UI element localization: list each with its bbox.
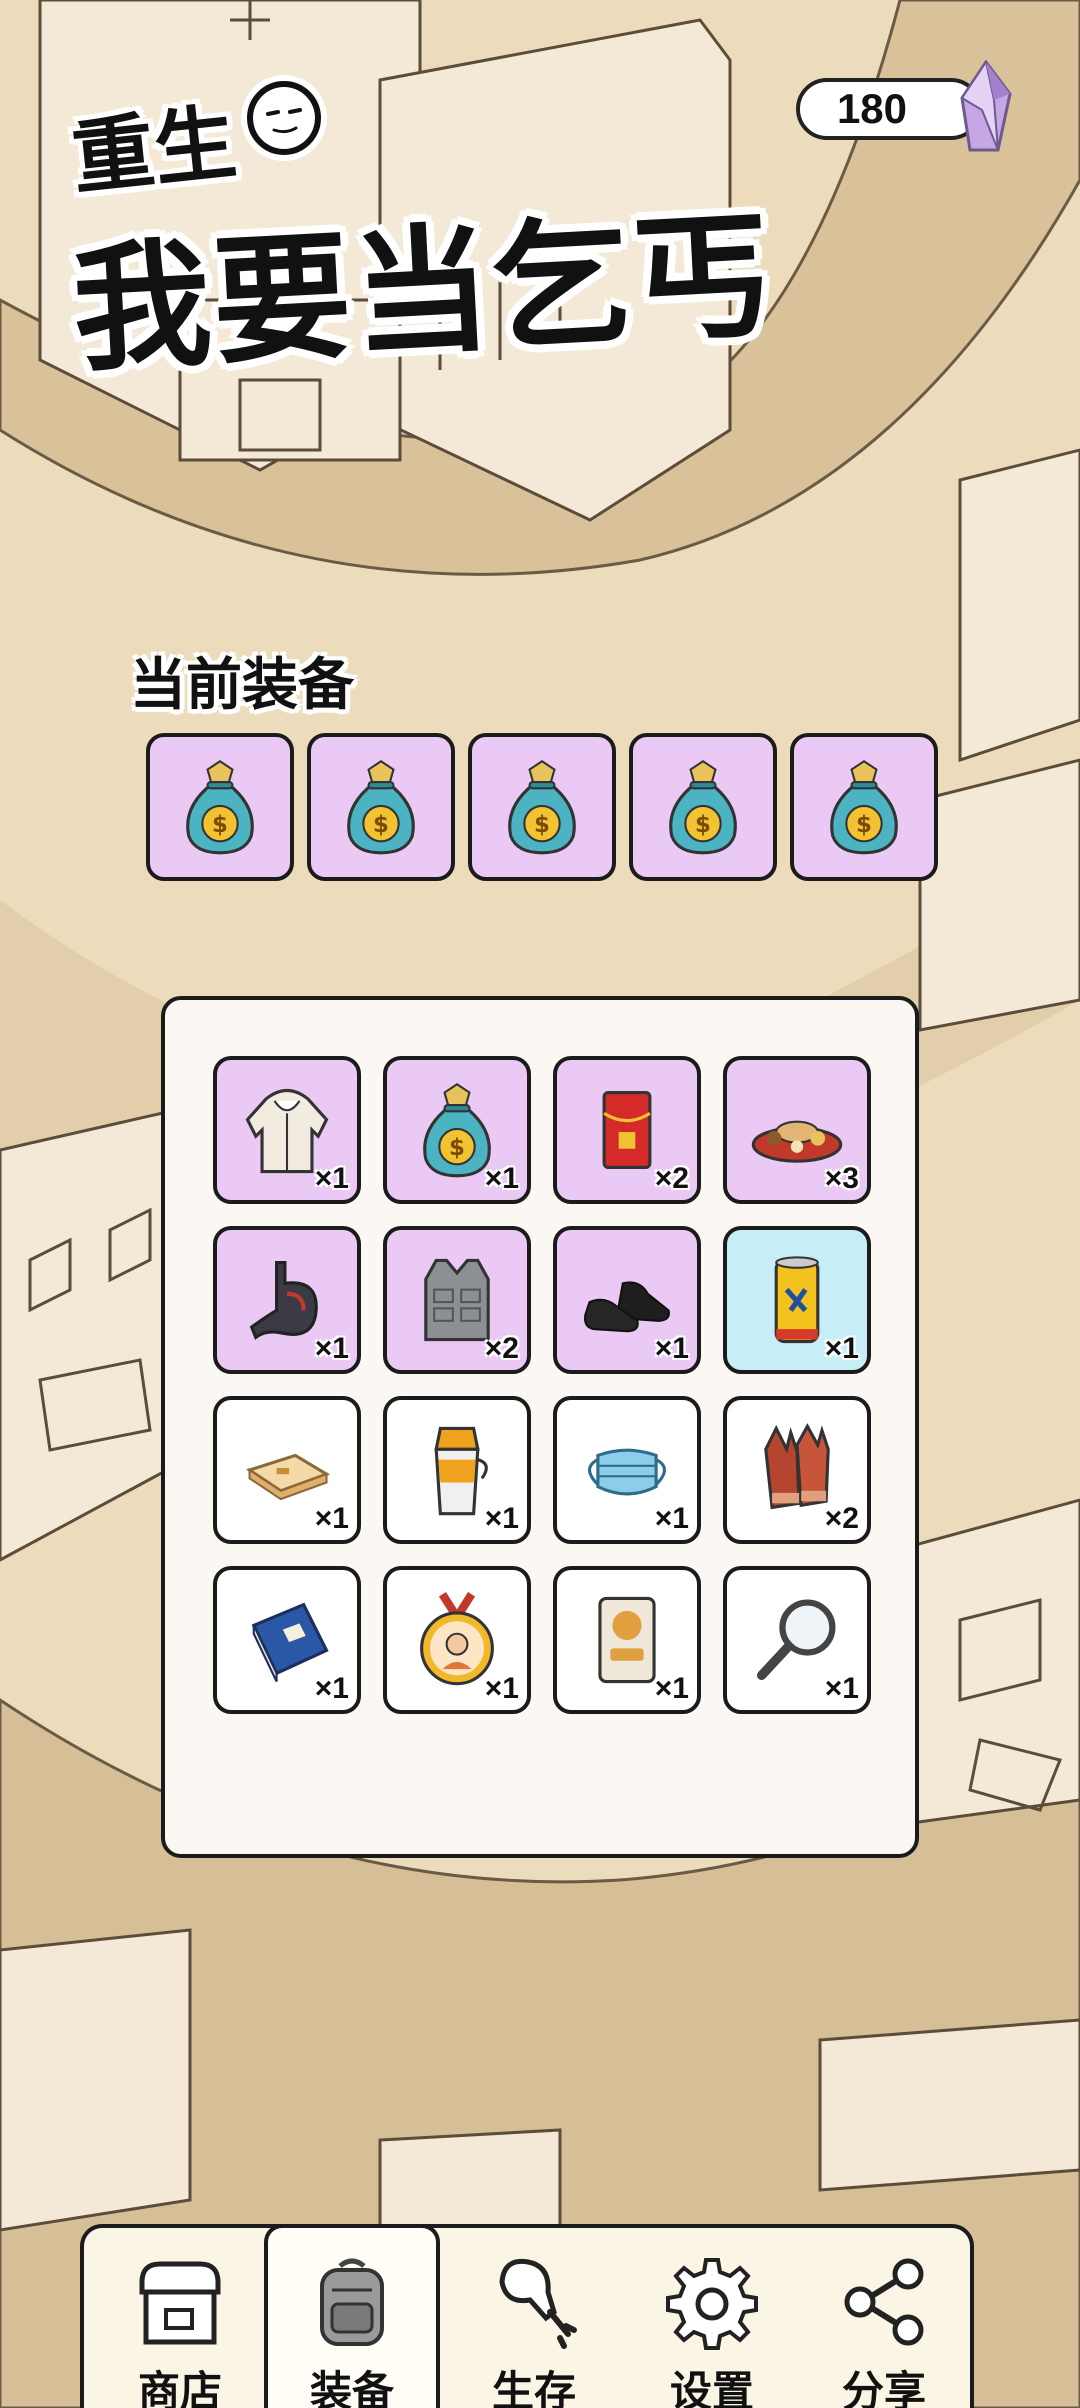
item-count: ×1 (654, 1672, 689, 1705)
bottom-nav: 商店 装备 生存 设置 分享 (80, 2224, 974, 2408)
inventory-slot[interactable]: ×1 (213, 1226, 361, 1374)
inventory-slot[interactable]: ×2 (723, 1396, 871, 1544)
inventory-slot[interactable]: ×2 (383, 1226, 531, 1374)
item-count: ×1 (484, 1672, 519, 1705)
item-count: ×1 (484, 1502, 519, 1535)
equipped-slots (146, 733, 938, 881)
inventory-slot[interactable]: ×2 (553, 1056, 701, 1204)
inventory-slot[interactable]: ×1 (383, 1566, 531, 1714)
drumstick-icon (499, 2258, 577, 2349)
equipped-label: 当前装备 (130, 653, 354, 718)
nav-label: 分享 (841, 2367, 926, 2408)
nav-equipment[interactable]: 装备 (264, 2224, 440, 2408)
item-count: ×1 (314, 1672, 349, 1705)
item-count: ×1 (824, 1332, 859, 1365)
inventory-grid: ×1 ×1 ×2 ×3 ×1 ×2 ×1 ×1 ×1 ×1 ×1 ×2 ×1 ×… (213, 1056, 871, 1714)
backpack-icon (320, 2258, 384, 2346)
inventory-slot[interactable]: ×1 (213, 1056, 361, 1204)
inventory-slot[interactable]: ×1 (213, 1396, 361, 1544)
inventory-slot[interactable]: ×1 (723, 1226, 871, 1374)
item-count: ×1 (314, 1502, 349, 1535)
item-count: ×2 (824, 1502, 859, 1535)
inventory-slot[interactable]: ×1 (213, 1566, 361, 1714)
share-icon (844, 2258, 924, 2346)
inventory-slot[interactable]: ×3 (723, 1056, 871, 1204)
item-count: ×2 (484, 1332, 519, 1365)
equipped-slot-2[interactable] (307, 733, 455, 881)
nav-label: 生存 (491, 2367, 576, 2408)
equipped-slot-1[interactable] (146, 733, 294, 881)
equipped-slot-5[interactable] (790, 733, 938, 881)
inventory-slot[interactable]: ×1 (383, 1396, 531, 1544)
equipped-slot-4[interactable] (629, 733, 777, 881)
money-bag-icon (651, 755, 755, 859)
game-title: 我要当乞丐 (68, 193, 777, 392)
gem-counter[interactable]: 180 (796, 78, 982, 140)
money-bag-icon (490, 755, 594, 859)
inventory-slot[interactable]: ×1 (553, 1566, 701, 1714)
item-count: ×3 (824, 1162, 859, 1195)
item-count: ×2 (654, 1162, 689, 1195)
item-count: ×1 (484, 1162, 519, 1195)
gem-count: 180 (836, 85, 908, 132)
nav-settings[interactable]: 设置 (624, 2228, 800, 2408)
shop-icon (139, 2261, 221, 2345)
nav-label: 装备 (309, 2367, 394, 2408)
inventory-panel: ×1 ×1 ×2 ×3 ×1 ×2 ×1 ×1 ×1 ×1 ×1 ×2 ×1 ×… (161, 996, 919, 1858)
inventory-slot[interactable]: ×1 (553, 1396, 701, 1544)
money-bag-icon (329, 755, 433, 859)
money-bag-icon (812, 755, 916, 859)
nav-survival[interactable]: 生存 (446, 2228, 622, 2408)
nav-label: 商店 (137, 2367, 222, 2408)
item-count: ×1 (314, 1332, 349, 1365)
inventory-slot[interactable]: ×1 (383, 1056, 531, 1204)
smug-face-icon (241, 75, 327, 161)
item-count: ×1 (824, 1672, 859, 1705)
nav-share[interactable]: 分享 (796, 2228, 972, 2408)
item-count: ×1 (654, 1502, 689, 1535)
purple-gem-icon (960, 60, 1012, 152)
money-bag-icon (168, 755, 272, 859)
item-count: ×1 (314, 1162, 349, 1195)
gear-icon (666, 2258, 758, 2350)
nav-label: 设置 (669, 2367, 754, 2408)
inventory-slot[interactable]: ×1 (553, 1226, 701, 1374)
equipped-slot-3[interactable] (468, 733, 616, 881)
inventory-slot[interactable]: ×1 (723, 1566, 871, 1714)
nav-shop[interactable]: 商店 (92, 2228, 268, 2408)
item-count: ×1 (654, 1332, 689, 1365)
